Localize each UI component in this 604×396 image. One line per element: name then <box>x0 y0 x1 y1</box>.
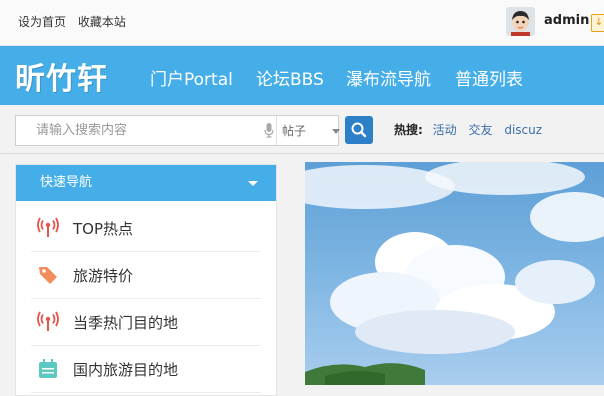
nav-item-portal[interactable]: 门户Portal <box>150 65 233 90</box>
hot-search: 热搜: 活动 交友 discuz <box>394 121 550 138</box>
search-input[interactable] <box>16 116 296 145</box>
hot-keyword[interactable]: 交友 <box>468 123 492 137</box>
search-button[interactable] <box>345 116 373 144</box>
hot-keyword[interactable]: 活动 <box>433 123 457 137</box>
broadcast-icon <box>37 217 59 239</box>
microphone-icon[interactable] <box>264 123 274 142</box>
nav-item-list[interactable]: 普通列表 <box>455 65 523 90</box>
sidebar-item-label: 旅游特价 <box>73 267 134 285</box>
quick-nav-panel: 快速导航 TOP热点 旅游特价 当季热门目的地 国内旅游目的地 <box>15 164 277 396</box>
banner-image[interactable] <box>305 162 604 385</box>
broadcast-icon <box>37 311 59 333</box>
avatar[interactable] <box>506 7 535 36</box>
search-bar: 帖子 热搜: 活动 交友 discuz <box>0 105 604 154</box>
chevron-down-icon <box>248 181 258 186</box>
main-nav: 昕竹轩 门户Portal 论坛BBS 瀑布流导航 普通列表 <box>0 46 604 105</box>
quick-nav-title: 快速导航 <box>40 175 93 190</box>
search-divider <box>276 116 277 145</box>
sidebar-item-domestic-destinations[interactable]: 国内旅游目的地 <box>31 346 261 393</box>
top-bar: 设为首页 收藏本站 admin ↓ <box>0 0 604 46</box>
top-links: 设为首页 收藏本站 <box>18 13 134 30</box>
quick-nav-header[interactable]: 快速导航 <box>16 165 276 201</box>
sidebar-item-label: TOP热点 <box>73 220 134 238</box>
sidebar-item-top-hot[interactable]: TOP热点 <box>31 205 261 252</box>
download-badge[interactable]: ↓ <box>591 14 604 32</box>
nav-item-waterfall[interactable]: 瀑布流导航 <box>346 65 431 90</box>
sidebar-item-label: 当季热门目的地 <box>73 314 179 332</box>
bookmark-site-link[interactable]: 收藏本站 <box>78 15 126 29</box>
calendar-icon <box>37 358 59 380</box>
sidebar-item-travel-deals[interactable]: 旅游特价 <box>31 252 261 299</box>
nav-item-bbs[interactable]: 论坛BBS <box>256 65 324 90</box>
sidebar-item-label: 国内旅游目的地 <box>73 361 179 379</box>
tag-icon <box>37 264 59 286</box>
set-homepage-link[interactable]: 设为首页 <box>18 15 66 29</box>
sidebar-item-seasonal-destinations[interactable]: 当季热门目的地 <box>31 299 261 346</box>
search-box: 帖子 <box>15 115 340 146</box>
hot-search-label: 热搜: <box>394 123 423 137</box>
hot-keyword[interactable]: discuz <box>504 123 542 137</box>
search-type-select[interactable]: 帖子 <box>282 122 306 139</box>
chevron-down-icon[interactable] <box>332 129 340 134</box>
username[interactable]: admin <box>544 13 589 28</box>
search-icon <box>345 122 373 148</box>
site-logo[interactable]: 昕竹轩 <box>15 54 108 98</box>
